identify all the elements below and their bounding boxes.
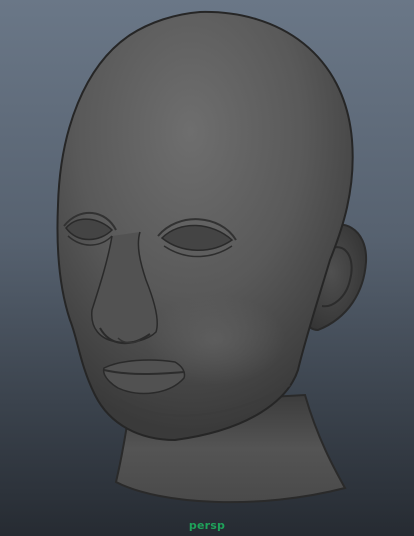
head-mesh-icon <box>56 10 368 504</box>
persp-viewport[interactable]: persp <box>0 0 414 536</box>
camera-name-label: persp <box>188 519 226 532</box>
head-model[interactable] <box>0 0 414 536</box>
